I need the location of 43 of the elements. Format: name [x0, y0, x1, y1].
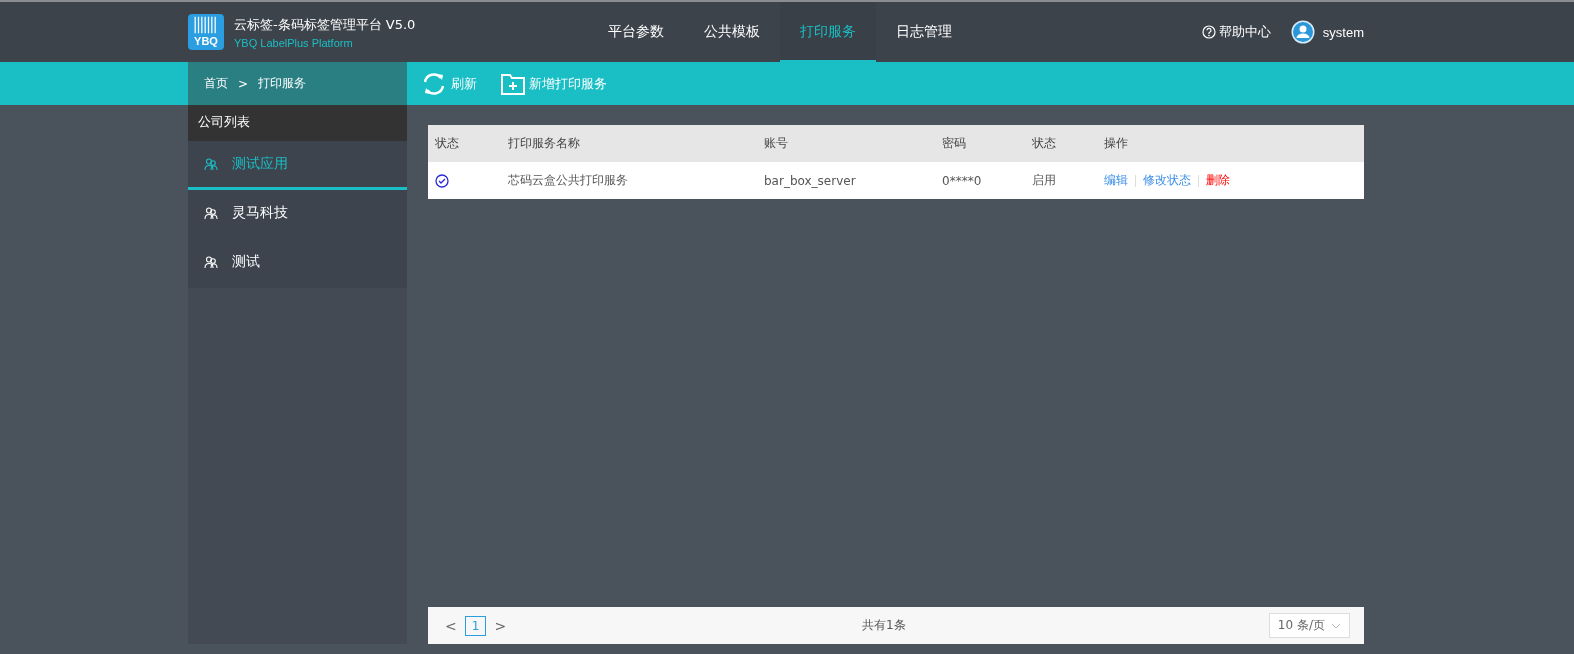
nav-tab[interactable]: 打印服务	[780, 2, 876, 62]
app-subtitle: YBQ LabelPlus Platform	[234, 36, 354, 49]
table-cell-text: bar_box_server	[763, 173, 857, 188]
table-cell-text: 启用	[1031, 172, 1057, 189]
page-size-select[interactable]: 10 条/页	[1268, 613, 1350, 638]
delete-link[interactable]: 删除	[1206, 172, 1230, 189]
app-title: 云标签-条码标签管理平台 V5.0	[234, 15, 416, 34]
company-item[interactable]: 测试	[188, 239, 407, 288]
total-count: 共有1条	[862, 617, 907, 634]
column-header: 打印服务名称	[507, 135, 581, 152]
column-header: 操作	[1103, 135, 1129, 152]
column-header: 密码	[941, 135, 967, 152]
table-cell-text: 0****0	[941, 173, 983, 188]
chevron-down-icon	[1331, 622, 1341, 629]
action-link[interactable]: 修改状态	[1143, 172, 1191, 189]
page-button[interactable]: 1	[464, 615, 487, 636]
nav-tab[interactable]: 公共模板	[684, 2, 780, 62]
user-name[interactable]: system	[1322, 24, 1364, 40]
column-header: 状态	[434, 135, 460, 152]
check-circle-icon[interactable]	[435, 173, 449, 188]
users-icon	[204, 206, 218, 220]
user-avatar-icon[interactable]	[1290, 20, 1315, 44]
action-link[interactable]: 编辑	[1104, 172, 1128, 189]
company-item[interactable]: 灵马科技	[188, 190, 407, 239]
breadcrumb-item: 打印服务	[258, 75, 307, 92]
column-header: 状态	[1031, 135, 1057, 152]
breadcrumb-item: >	[238, 76, 249, 91]
nav-tab[interactable]: 日志管理	[876, 2, 972, 62]
users-icon	[204, 255, 218, 269]
next-page-button[interactable]: >	[491, 617, 510, 634]
breadcrumb-item[interactable]: 首页	[204, 75, 228, 92]
table-cell-text: 芯码云盒公共打印服务	[507, 172, 629, 189]
help-link[interactable]: 帮助中心	[1201, 23, 1271, 41]
logo-icon: YBQ	[188, 14, 224, 50]
folder-plus-icon	[501, 72, 525, 95]
nav-tab[interactable]: 平台参数	[588, 2, 684, 62]
prev-page-button[interactable]: <	[442, 617, 460, 634]
refresh-icon	[421, 70, 447, 97]
company-item[interactable]: 测试应用	[188, 141, 407, 190]
users-icon	[204, 157, 218, 171]
sidebar-title: 公司列表	[188, 105, 407, 141]
help-icon	[1201, 25, 1216, 39]
column-header: 账号	[763, 135, 789, 152]
